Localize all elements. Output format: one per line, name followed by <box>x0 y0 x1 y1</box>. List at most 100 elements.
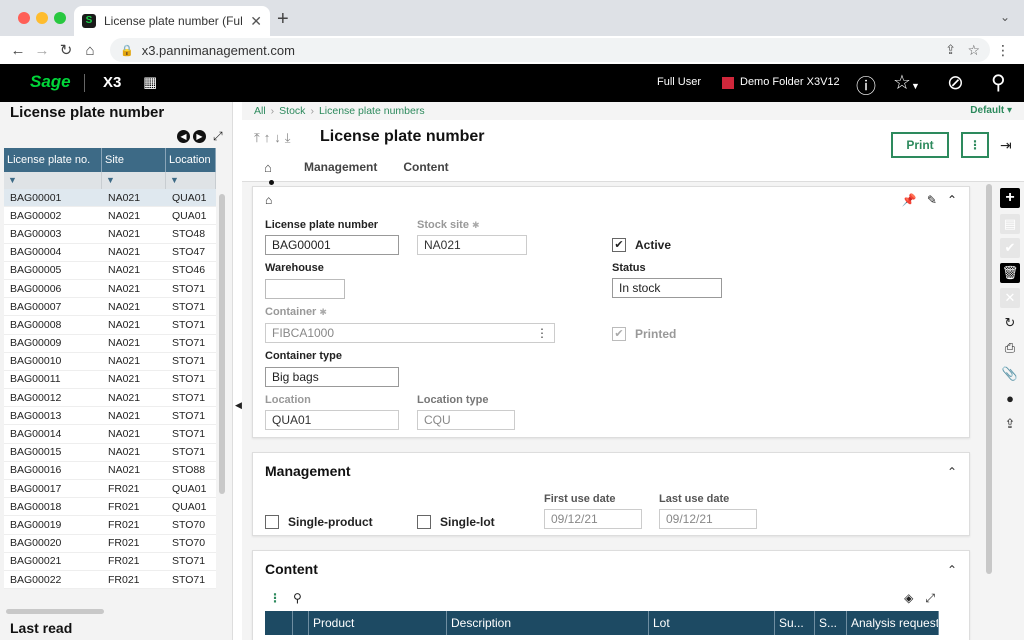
table-row[interactable]: BAG00007 NA021 STO71 <box>4 298 216 317</box>
table-row[interactable]: BAG00012 NA021 STO71 <box>4 389 216 408</box>
panel-collapse-bar[interactable]: ◀ <box>232 102 242 640</box>
edit-icon[interactable]: ✎ <box>927 193 937 207</box>
reload-icon[interactable]: ↻ <box>54 41 78 59</box>
tab-management[interactable]: Management <box>304 160 377 175</box>
more-actions-button[interactable]: ⋮ <box>961 132 989 158</box>
comment-icon[interactable]: ● <box>1000 389 1020 409</box>
column-header-lot[interactable]: Lot <box>649 611 775 635</box>
expand-icon[interactable]: ⤢ <box>925 591 935 606</box>
folder-name[interactable]: Demo Folder X3V12 <box>740 76 840 88</box>
table-row[interactable]: BAG00001 NA021 QUA01 <box>4 189 216 208</box>
table-row[interactable]: BAG00013 NA021 STO71 <box>4 407 216 426</box>
attachment-icon[interactable]: 📎 <box>1000 364 1020 384</box>
table-row[interactable]: BAG00021 FR021 STO71 <box>4 552 216 571</box>
product-name[interactable]: X3 <box>103 74 121 91</box>
container-more-icon[interactable]: ⋮ <box>536 324 548 342</box>
user-role[interactable]: Full User <box>657 76 701 88</box>
lpn-field[interactable]: BAG00001 <box>265 235 399 255</box>
column-header-description[interactable]: Description <box>447 611 649 635</box>
collapse-left-icon[interactable]: ◀ <box>235 400 242 411</box>
collapse-section-icon[interactable]: ⌃ <box>947 193 957 207</box>
search-icon[interactable]: ⚲ <box>293 591 302 605</box>
location-field[interactable]: QUA01 <box>265 410 399 430</box>
expand-icon[interactable]: ⤢ <box>213 129 223 144</box>
main-scrollbar[interactable] <box>986 184 992 574</box>
tab-content[interactable]: Content <box>403 160 448 175</box>
maximize-window-icon[interactable] <box>54 12 66 24</box>
share-icon[interactable]: ⇪ <box>945 42 956 58</box>
table-row[interactable]: BAG00010 NA021 STO71 <box>4 352 216 371</box>
back-icon[interactable]: ← <box>6 42 30 59</box>
list-scrollbar[interactable] <box>219 194 225 494</box>
print-button[interactable]: Print <box>891 132 949 158</box>
table-row[interactable]: BAG00011 NA021 STO71 <box>4 370 216 390</box>
export-icon[interactable]: ⇪ <box>1000 414 1020 434</box>
pin-icon[interactable]: 📌 <box>902 193 917 207</box>
table-row[interactable]: BAG00017 FR021 QUA01 <box>4 480 216 499</box>
browser-tab[interactable]: S License plate number (Full Use ✕ <box>74 6 270 36</box>
search-icon[interactable]: ⚲ <box>991 70 1006 95</box>
add-icon[interactable]: + <box>1000 188 1020 208</box>
layers-icon[interactable]: ◈ <box>904 591 913 606</box>
table-row[interactable]: BAG00004 NA021 STO47 <box>4 243 216 262</box>
grid-options-icon[interactable]: ⋮ <box>269 591 281 605</box>
breadcrumb-all[interactable]: All <box>254 105 266 117</box>
table-row[interactable]: BAG00005 NA021 STO46 <box>4 261 216 280</box>
column-header-license-plate[interactable]: License plate no. <box>4 148 102 172</box>
filter-icon[interactable]: ▼ <box>4 172 102 189</box>
tab-menu-chevron-icon[interactable]: ⌄ <box>1000 10 1010 24</box>
table-row[interactable]: BAG00014 NA021 STO71 <box>4 425 216 444</box>
close-window-icon[interactable] <box>18 12 30 24</box>
table-row[interactable]: BAG00003 NA021 STO48 <box>4 225 216 244</box>
collapse-section-icon[interactable]: ⌃ <box>947 563 957 577</box>
exit-icon[interactable]: ⇥ <box>1000 137 1012 154</box>
browser-menu-icon[interactable]: ⋮ <box>996 42 1010 59</box>
first-use-date-field[interactable]: 09/12/21 <box>544 509 642 529</box>
next-page-icon[interactable]: ▶ <box>193 130 206 143</box>
minimize-window-icon[interactable] <box>36 12 48 24</box>
table-row[interactable]: BAG00006 NA021 STO71 <box>4 279 216 299</box>
calendar-icon[interactable]: ▦ <box>143 73 157 91</box>
column-header-location[interactable]: Location <box>166 148 216 172</box>
active-checkbox[interactable]: ✔ <box>612 238 626 252</box>
table-row[interactable]: BAG00002 NA021 QUA01 <box>4 207 216 226</box>
delete-icon[interactable]: 🗑 <box>1000 263 1020 283</box>
home-icon[interactable]: ⌂ <box>78 42 102 59</box>
table-row[interactable]: BAG00019 FR021 STO70 <box>4 516 216 535</box>
table-row[interactable]: BAG00009 NA021 STO71 <box>4 334 216 353</box>
single-lot-checkbox[interactable] <box>417 515 431 529</box>
table-row[interactable]: BAG00018 FR021 QUA01 <box>4 498 216 517</box>
close-tab-icon[interactable]: ✕ <box>250 13 262 30</box>
status-field[interactable]: In stock <box>612 278 722 298</box>
filter-icon[interactable]: ▼ <box>166 172 216 189</box>
container-field[interactable]: FIBCA1000 ⋮ <box>265 323 555 343</box>
column-header-site[interactable]: Site <box>102 148 166 172</box>
table-row[interactable]: BAG00022 FR021 STO71 <box>4 570 216 590</box>
column-header-status[interactable]: S... <box>815 611 847 635</box>
default-view-selector[interactable]: Default ▾ <box>970 105 1012 116</box>
container-type-field[interactable]: Big bags <box>265 367 399 387</box>
column-header-analysis-request[interactable]: Analysis request <box>847 611 939 635</box>
tab-home[interactable]: ⌂ <box>264 160 286 185</box>
list-horizontal-scrollbar[interactable] <box>6 609 104 614</box>
table-row[interactable]: BAG00016 NA021 STO88 <box>4 461 216 480</box>
new-tab-icon[interactable]: + <box>277 8 289 31</box>
table-row[interactable]: BAG00020 FR021 STO70 <box>4 534 216 553</box>
record-navigation-arrows[interactable]: ⤒↑↓⤓ <box>254 130 295 146</box>
location-type-field[interactable]: CQU <box>417 410 515 430</box>
bookmark-star-icon[interactable]: ☆ <box>967 42 980 59</box>
column-header-sublot[interactable]: Su... <box>775 611 815 635</box>
forward-icon[interactable]: → <box>30 42 54 59</box>
breadcrumb-license-plate-numbers[interactable]: License plate numbers <box>319 105 425 117</box>
url-field[interactable]: 🔒 x3.pannimanagement.com ⇪ ☆ <box>110 38 990 62</box>
table-row[interactable]: BAG00015 NA021 STO71 <box>4 443 216 462</box>
last-read-title[interactable]: Last read <box>10 620 72 636</box>
single-product-checkbox[interactable] <box>265 515 279 529</box>
column-header-select[interactable] <box>265 611 293 635</box>
favorites-star-icon[interactable]: ☆▼ <box>893 70 920 95</box>
help-icon[interactable]: ⓘ <box>856 70 876 99</box>
column-header-product[interactable]: Product <box>309 611 447 635</box>
filter-icon[interactable]: ▼ <box>102 172 166 189</box>
stock-site-field[interactable]: NA021 <box>417 235 527 255</box>
print-icon[interactable]: ⎙ <box>1000 338 1020 358</box>
